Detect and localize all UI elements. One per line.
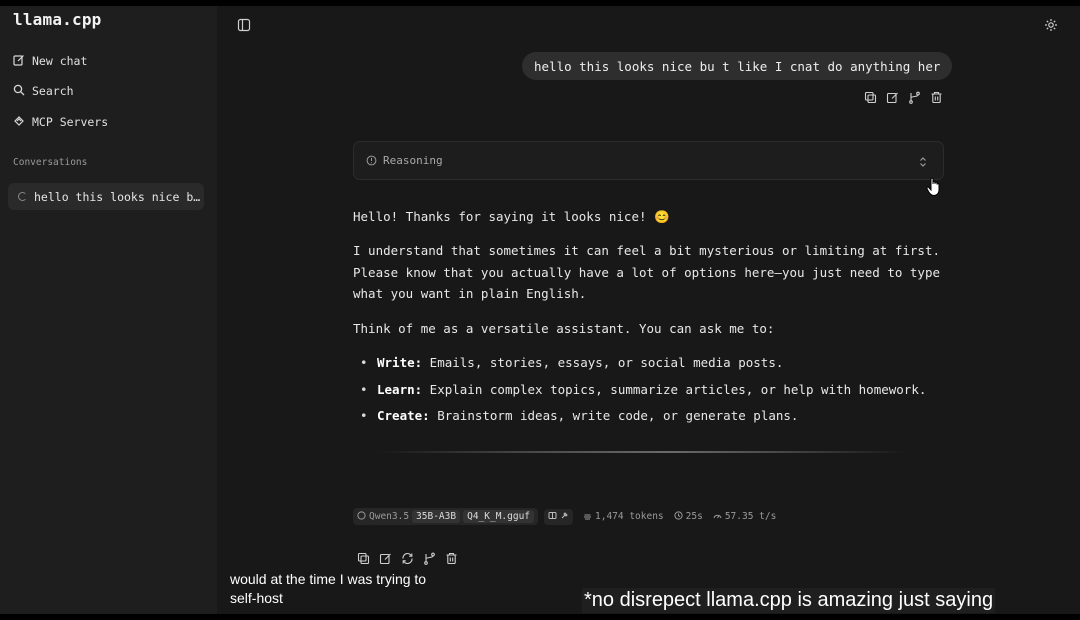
reasoning-icon <box>366 151 377 170</box>
video-caption-left: would at the time I was trying to self-h… <box>230 570 426 608</box>
sidebar-item-label: Search <box>32 84 74 98</box>
generation-time-value: 25s <box>685 511 703 522</box>
tokens-icon <box>583 511 592 523</box>
bullet-text: Brainstorm ideas, write code, or generat… <box>429 408 799 423</box>
regenerate-icon[interactable] <box>401 550 414 565</box>
pointer-cursor-icon <box>925 176 945 198</box>
generation-speed: 57.35 t/s <box>713 511 776 523</box>
list-item: Write: Emails, stories, essays, or socia… <box>353 352 926 379</box>
answer-paragraph: I understand that sometimes it can feel … <box>353 243 940 301</box>
delete-icon[interactable] <box>930 89 943 104</box>
edit-icon <box>13 54 25 69</box>
caption-line: would at the time I was trying to <box>230 571 427 587</box>
delete-icon[interactable] <box>445 550 458 565</box>
bullet-text: Emails, stories, essays, or social media… <box>422 355 784 370</box>
app-title: llama.cpp <box>13 10 102 29</box>
reasoning-toggle[interactable]: Reasoning <box>353 141 944 180</box>
tools-capability-icon <box>560 511 569 523</box>
conversation-item[interactable]: hello this looks nice b… <box>8 183 204 210</box>
token-count: 1,474 tokens <box>583 511 664 523</box>
clock-icon <box>674 510 683 523</box>
user-message-bubble: hello this looks nice bu t like I cnat d… <box>522 52 953 80</box>
bullet-text: Explain complex topics, summarize articl… <box>422 381 927 397</box>
bullet-term: Write: <box>377 355 423 370</box>
edit-icon[interactable] <box>379 550 392 565</box>
chevron-up-down-icon <box>917 154 929 168</box>
sidebar-item-label: MCP Servers <box>32 115 109 129</box>
video-caption-right: *no disrepect llama.cpp is amazing just … <box>582 588 996 613</box>
copy-icon[interactable] <box>864 89 877 104</box>
list-item: Learn: Explain complex topics, summarize… <box>353 379 926 406</box>
answer-paragraph: Hello! Thanks for saying it looks nice! … <box>353 209 670 224</box>
copy-icon[interactable] <box>357 550 370 565</box>
model-icon <box>357 510 366 523</box>
answer-bullet-list: Write: Emails, stories, essays, or socia… <box>353 352 926 432</box>
model-size: 35B-A3B <box>412 510 461 523</box>
search-icon <box>13 84 25 99</box>
streaming-indicator <box>377 451 907 453</box>
conversation-title: hello this looks nice b… <box>34 189 201 204</box>
branch-icon[interactable] <box>908 89 921 104</box>
chat-main: hello this looks nice bu t like I cnat d… <box>217 6 1080 614</box>
answer-paragraph: Think of me as a versatile assistant. Yo… <box>353 321 775 336</box>
sidebar-toggle-icon[interactable] <box>237 17 251 32</box>
edit-icon[interactable] <box>886 89 899 104</box>
capability-badges <box>544 508 574 525</box>
caption-line: self-host <box>230 590 283 606</box>
token-count-value: 1,474 tokens <box>595 511 664 522</box>
settings-gear-icon[interactable] <box>1044 17 1058 31</box>
gauge-icon <box>713 511 722 523</box>
model-quant-file: Q4_K_M.gguf <box>463 510 535 523</box>
list-item: Create: Brainstorm ideas, write code, or… <box>353 405 926 432</box>
bullet-term: Create: <box>377 408 430 423</box>
generation-time: 25s <box>674 510 703 523</box>
loading-spinner-icon <box>18 192 27 201</box>
model-badge[interactable]: Qwen3.5 35B-A3B Q4_K_M.gguf <box>353 508 539 525</box>
conversations-heading: Conversations <box>13 157 88 168</box>
bullet-term: Learn: <box>377 381 423 397</box>
branch-icon[interactable] <box>423 550 436 565</box>
mcp-icon <box>13 115 25 130</box>
reasoning-label: Reasoning <box>383 154 443 167</box>
reasoning-capability-icon <box>548 511 557 523</box>
user-message-actions <box>864 89 943 104</box>
app-window: llama.cpp New chat Search MCP Servers Co… <box>0 6 1080 614</box>
sidebar: llama.cpp New chat Search MCP Servers Co… <box>0 6 217 614</box>
model-family: Qwen3.5 <box>369 511 410 522</box>
sidebar-item-search[interactable]: Search <box>13 79 74 103</box>
sidebar-item-new-chat[interactable]: New chat <box>13 49 87 73</box>
message-stats-bar: Qwen3.5 35B-A3B Q4_K_M.gguf 1,474 tokens… <box>353 508 776 525</box>
assistant-message-actions <box>357 550 458 565</box>
sidebar-item-mcp-servers[interactable]: MCP Servers <box>13 110 108 134</box>
sidebar-item-label: New chat <box>32 54 88 68</box>
generation-speed-value: 57.35 t/s <box>724 511 777 522</box>
